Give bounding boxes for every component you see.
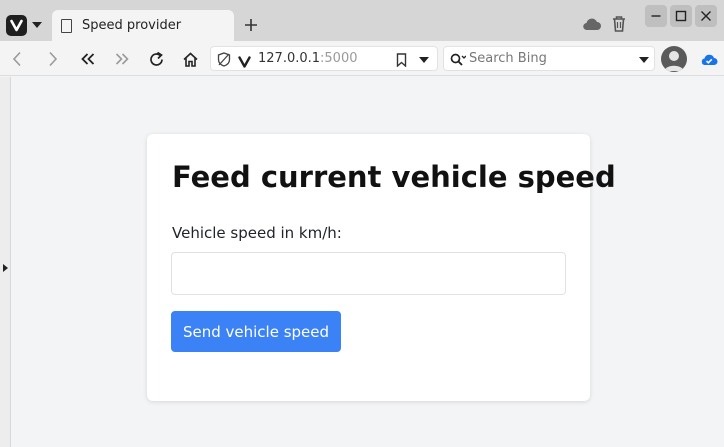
chevron-down-icon[interactable] — [419, 57, 429, 63]
reload-icon — [149, 51, 163, 66]
url-text[interactable]: 127.0.0.1:5000 — [258, 51, 358, 66]
side-panel-toggle[interactable] — [0, 77, 11, 447]
page-title: Feed current vehicle speed — [172, 160, 616, 194]
new-tab-button[interactable] — [240, 14, 262, 36]
search-field[interactable]: Search Bing — [443, 46, 655, 71]
speed-label: Vehicle speed in km/h: — [172, 224, 342, 242]
vivaldi-badge-icon — [238, 53, 251, 72]
address-bar[interactable]: 127.0.0.1:5000 — [210, 46, 438, 71]
double-chevron-left-icon — [81, 53, 95, 65]
close-window-button[interactable] — [695, 5, 717, 27]
chevron-down-icon[interactable] — [639, 57, 649, 63]
speed-input[interactable] — [171, 252, 566, 295]
close-icon — [701, 11, 711, 21]
vivaldi-menu-button[interactable] — [6, 14, 46, 36]
caret-right-icon — [3, 264, 8, 272]
tab-title: Speed provider — [82, 18, 182, 33]
url-host: 127.0.0.1 — [258, 51, 321, 66]
chevron-left-icon — [12, 51, 21, 67]
vivaldi-logo-icon — [6, 14, 27, 36]
home-icon — [182, 51, 198, 67]
minimize-button[interactable] — [645, 5, 667, 27]
chevron-right-icon — [49, 51, 58, 67]
send-speed-button[interactable]: Send vehicle speed — [171, 311, 341, 352]
speed-form-card: Feed current vehicle speed Vehicle speed… — [147, 134, 616, 401]
bookmark-icon[interactable] — [396, 52, 407, 71]
url-port: :5000 — [320, 51, 358, 66]
maximize-icon — [675, 10, 687, 22]
back-button[interactable] — [7, 49, 27, 69]
forward-button[interactable] — [43, 49, 63, 69]
site-security-icon[interactable] — [217, 52, 231, 71]
search-icon — [450, 52, 467, 71]
search-placeholder: Search Bing — [469, 51, 547, 66]
rewind-button[interactable] — [78, 49, 98, 69]
plus-icon — [245, 19, 257, 31]
chevron-down-icon — [32, 22, 42, 28]
cloud-icon[interactable] — [582, 16, 602, 35]
fast-forward-button[interactable] — [112, 49, 132, 69]
user-icon — [664, 51, 684, 71]
tab-bar: Speed provider — [0, 0, 724, 41]
double-chevron-right-icon — [115, 53, 129, 65]
trash-icon[interactable] — [611, 14, 627, 37]
navigation-toolbar: 127.0.0.1:5000 Search Bing — [0, 41, 724, 76]
minimize-icon — [651, 15, 661, 17]
sync-icon[interactable] — [700, 51, 718, 70]
tab-speed-provider[interactable]: Speed provider — [52, 10, 234, 41]
maximize-button[interactable] — [670, 5, 692, 27]
profile-avatar[interactable] — [661, 46, 687, 72]
home-button[interactable] — [180, 49, 200, 69]
document-icon — [61, 18, 72, 33]
reload-button[interactable] — [146, 49, 166, 69]
